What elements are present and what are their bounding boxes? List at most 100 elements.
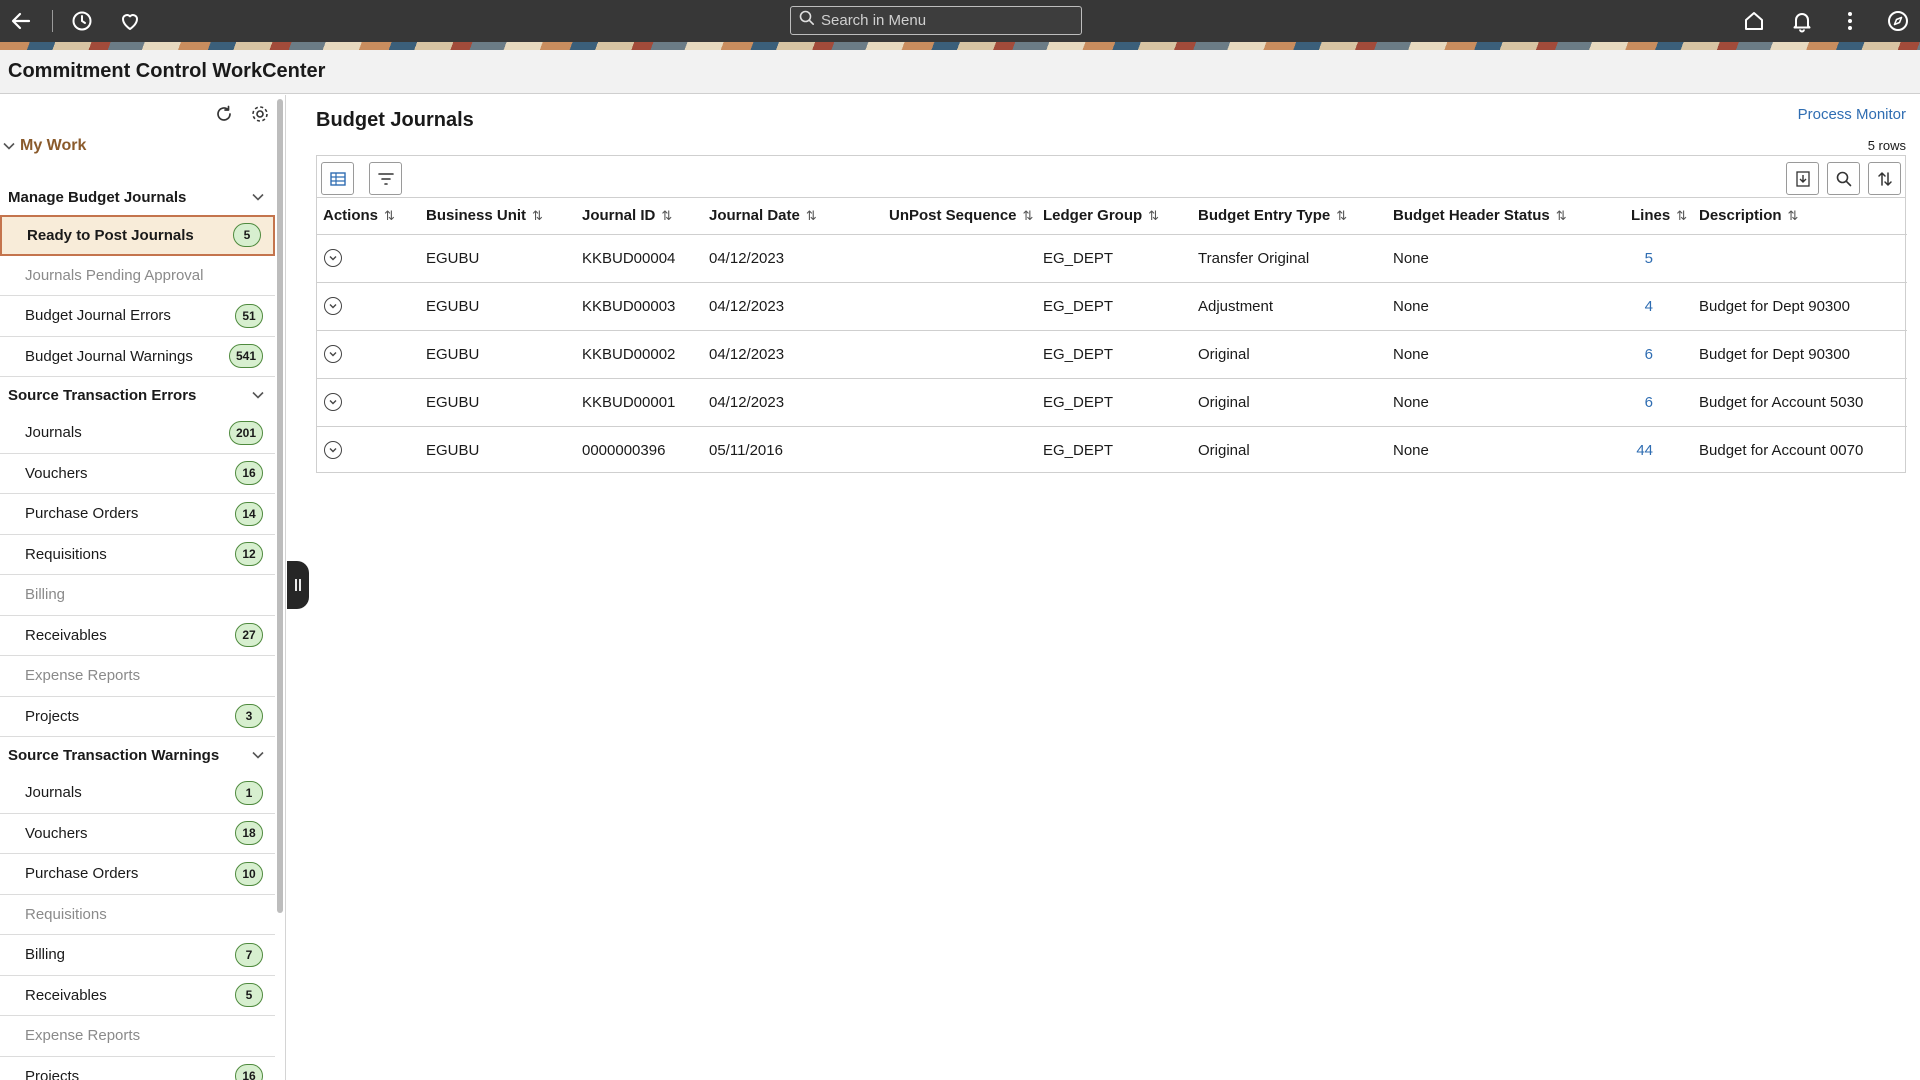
- cell-journal-id: KKBUD00003: [576, 282, 703, 331]
- column-header-actions[interactable]: Actions ⇅: [317, 198, 420, 235]
- sidebar-item-warnings-projects[interactable]: Projects 16: [0, 1057, 275, 1080]
- cell-unpost-sequence: [883, 234, 1037, 283]
- sidebar-item-ready-to-post-journals[interactable]: Ready to Post Journals 5: [0, 215, 275, 256]
- group-source-transaction-warnings[interactable]: Source Transaction Warnings: [0, 737, 275, 773]
- cell-lines-link[interactable]: 5: [1625, 234, 1693, 283]
- favorites-heart-icon[interactable]: [117, 8, 143, 34]
- row-actions-chevron-icon[interactable]: [324, 249, 342, 267]
- sidebar-item-errors-purchase-orders[interactable]: Purchase Orders 14: [0, 494, 275, 535]
- row-actions-chevron-icon[interactable]: [324, 393, 342, 411]
- sidebar-item-label: Vouchers: [25, 824, 88, 842]
- search-input[interactable]: [821, 12, 1071, 29]
- column-header-budget-header-status[interactable]: Budget Header Status ⇅: [1387, 198, 1625, 235]
- count-badge: 16: [235, 461, 263, 486]
- cell-lines-link[interactable]: 6: [1625, 378, 1693, 427]
- sort-icon: ⇅: [1555, 208, 1567, 224]
- count-badge: 3: [235, 704, 263, 729]
- history-clock-icon[interactable]: [69, 8, 95, 34]
- cell-journal-date: 04/12/2023: [703, 282, 883, 331]
- sidebar-scrollbar[interactable]: [277, 99, 283, 913]
- menu-search-box[interactable]: [790, 6, 1082, 35]
- sidebar-item-errors-vouchers[interactable]: Vouchers 16: [0, 454, 275, 494]
- cell-entry-type: Transfer Original: [1192, 234, 1387, 283]
- navigator-compass-icon[interactable]: [1885, 8, 1911, 34]
- download-button[interactable]: [1786, 162, 1819, 195]
- refresh-icon[interactable]: [213, 103, 235, 125]
- sort-icon: ⇅: [1336, 208, 1348, 224]
- sort-icon: ⇅: [384, 208, 395, 224]
- sort-button[interactable]: [1868, 162, 1901, 195]
- grid-select-icon: [329, 171, 346, 186]
- sidebar-item-errors-receivables[interactable]: Receivables 27: [0, 616, 275, 656]
- group-title: Source Transaction Warnings: [8, 746, 220, 764]
- more-options-icon[interactable]: [1837, 8, 1863, 34]
- sort-icon: ⇅: [805, 208, 817, 224]
- cell-header-status: None: [1387, 234, 1625, 283]
- cell-ledger-group: EG_DEPT: [1043, 441, 1114, 459]
- find-button[interactable]: [1827, 162, 1860, 195]
- column-header-journal-date[interactable]: Journal Date ⇅: [703, 198, 883, 235]
- sidebar-item-label: Receivables: [25, 626, 107, 644]
- my-work-toggle[interactable]: My Work: [2, 137, 86, 155]
- process-monitor-link[interactable]: Process Monitor: [1798, 106, 1906, 123]
- sort-icon: ⇅: [1022, 208, 1034, 224]
- count-badge: 5: [235, 983, 263, 1008]
- row-actions-chevron-icon[interactable]: [324, 297, 342, 315]
- cell-lines-link[interactable]: 4: [1625, 282, 1693, 331]
- column-header-budget-entry-type[interactable]: Budget Entry Type ⇅: [1192, 198, 1387, 235]
- grid-title: Budget Journals: [316, 109, 474, 131]
- table-row: EGUBU KKBUD00004 04/12/2023 EG_DEPT Tran…: [317, 234, 1907, 283]
- sidebar-item-warnings-purchase-orders[interactable]: Purchase Orders 10: [0, 854, 275, 895]
- group-source-transaction-errors[interactable]: Source Transaction Errors: [0, 377, 275, 413]
- count-badge: 27: [235, 623, 263, 648]
- sort-icon: ⇅: [532, 208, 543, 224]
- back-arrow-icon[interactable]: [8, 8, 34, 34]
- cell-lines-link[interactable]: 6: [1625, 330, 1693, 379]
- count-badge: 12: [235, 542, 263, 567]
- column-header-unpost-sequence[interactable]: UnPost Sequence ⇅: [883, 198, 1037, 235]
- notifications-bell-icon[interactable]: [1789, 8, 1815, 34]
- chevron-down-icon: [3, 142, 15, 150]
- download-icon: [1795, 170, 1810, 187]
- filter-button[interactable]: [369, 162, 402, 195]
- cell-business-unit: EGUBU: [426, 441, 480, 459]
- cell-entry-type: Original: [1192, 330, 1387, 379]
- cell-journal-id: KKBUD00001: [576, 378, 703, 427]
- table-row: EGUBU KKBUD00003 04/12/2023 EG_DEPT Adju…: [317, 282, 1907, 331]
- count-badge: 51: [235, 303, 263, 328]
- table-header-row: Actions ⇅ Business Unit ⇅ Journal ID ⇅ Jour…: [317, 198, 1907, 235]
- sidebar-item-label: Journals: [25, 424, 82, 442]
- row-count-label: 5 rows: [1867, 138, 1906, 153]
- sidebar-item-errors-requisitions[interactable]: Requisitions 12: [0, 535, 275, 575]
- cell-journal-date: 04/12/2023: [703, 378, 883, 427]
- home-icon[interactable]: [1741, 8, 1767, 34]
- cell-header-status: None: [1393, 441, 1429, 459]
- sidebar-item-label: Expense Reports: [25, 667, 141, 685]
- sidebar-item-budget-journal-warnings[interactable]: Budget Journal Warnings 541: [0, 337, 275, 377]
- sidebar-item-budget-journal-errors[interactable]: Budget Journal Errors 51: [0, 296, 275, 337]
- count-badge: 541: [228, 344, 263, 369]
- column-header-description[interactable]: Description ⇅: [1693, 198, 1907, 235]
- sidebar-item-errors-projects[interactable]: Projects 3: [0, 697, 275, 737]
- gear-icon[interactable]: [249, 103, 271, 125]
- group-title: Manage Budget Journals: [8, 188, 187, 206]
- sidebar-item-warnings-billing[interactable]: Billing 7: [0, 935, 275, 976]
- column-header-journal-id[interactable]: Journal ID ⇅: [576, 198, 703, 235]
- column-header-business-unit[interactable]: Business Unit ⇅: [420, 198, 576, 235]
- page-title: Commitment Control WorkCenter: [8, 60, 326, 82]
- column-header-lines[interactable]: Lines ⇅: [1625, 198, 1693, 235]
- sidebar-item-warnings-vouchers[interactable]: Vouchers 18: [0, 814, 275, 854]
- select-all-button[interactable]: [321, 162, 354, 195]
- row-actions-chevron-icon[interactable]: [324, 345, 342, 363]
- cell-lines-link[interactable]: 44: [1625, 426, 1693, 474]
- sidebar-item-warnings-journals[interactable]: Journals 1: [0, 773, 275, 814]
- sidebar-item-errors-journals[interactable]: Journals 201: [0, 413, 275, 454]
- table-row: EGUBU 0000000396 05/11/2016 EG_DEPT Orig…: [317, 426, 1907, 474]
- sidebar-item-warnings-receivables[interactable]: Receivables 5: [0, 976, 275, 1016]
- cell-description: Budget for Dept 90300: [1693, 330, 1907, 379]
- cell-ledger-group: EG_DEPT: [1037, 330, 1192, 379]
- column-header-ledger-group[interactable]: Ledger Group ⇅: [1037, 198, 1192, 235]
- chevron-down-icon: [252, 193, 264, 201]
- row-actions-chevron-icon[interactable]: [324, 441, 342, 460]
- group-manage-budget-journals[interactable]: Manage Budget Journals: [0, 179, 275, 215]
